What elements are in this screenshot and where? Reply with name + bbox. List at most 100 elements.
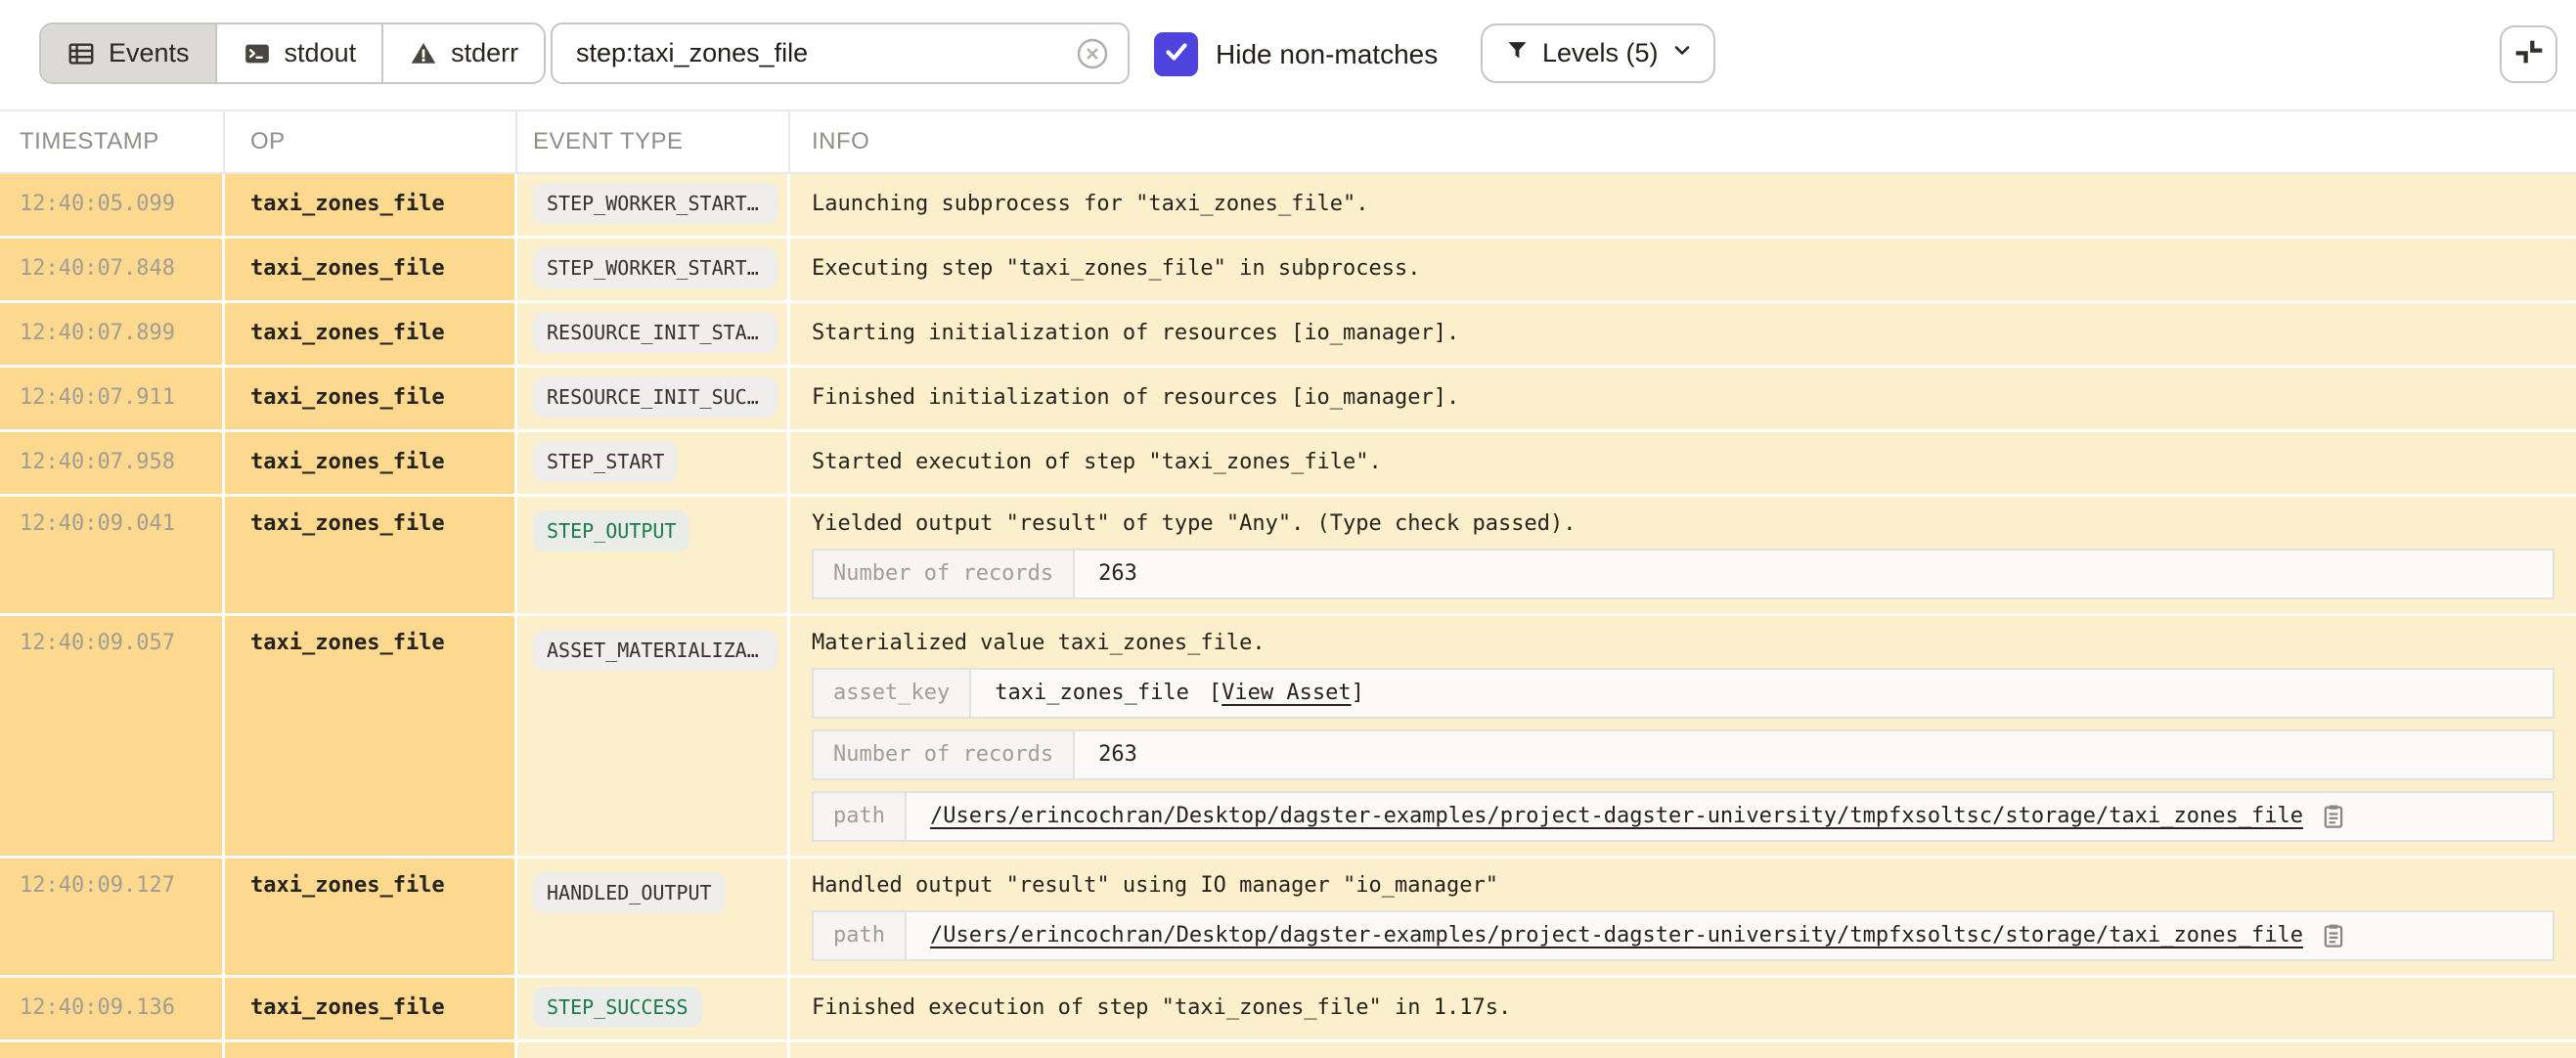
- event-type-cell: HANDLED_OUTPUT: [517, 859, 790, 975]
- op-cell: taxi_zones_file: [225, 978, 517, 1039]
- event-type-badge: STEP_SUCCESS: [533, 987, 702, 1028]
- log-row[interactable]: 12:40:07.899taxi_zones_fileRESOURCE_INIT…: [0, 303, 2576, 368]
- log-row[interactable]: 12:40:07.848taxi_zones_fileSTEP_WORKER_S…: [0, 239, 2576, 303]
- info-cell: Starting initialization of resources [io…: [790, 303, 2576, 365]
- log-type-tab-group: Events stdout stderr: [39, 22, 546, 84]
- event-type-badge: HANDLED_OUTPUT: [533, 872, 726, 913]
- op-cell: taxi_zones_file: [225, 432, 517, 494]
- metadata-value-text: 263: [1098, 561, 1137, 587]
- partial-cell: [0, 1042, 225, 1058]
- info-text: Finished execution of step "taxi_zones_f…: [812, 994, 2554, 1022]
- tab-events-label: Events: [109, 38, 190, 68]
- op-cell: taxi_zones_file: [225, 368, 517, 429]
- info-text: Finished initialization of resources [io…: [812, 384, 2554, 412]
- info-cell: Finished execution of step "taxi_zones_f…: [790, 978, 2576, 1039]
- info-cell: Yielded output "result" of type "Any". (…: [790, 497, 2576, 613]
- info-text: Materialized value taxi_zones_file.: [812, 630, 2554, 657]
- event-type-cell: ASSET_MATERIALIZAT…: [517, 616, 790, 856]
- hide-non-matches-checkbox[interactable]: [1154, 32, 1198, 76]
- op-cell: taxi_zones_file: [225, 239, 517, 300]
- op-cell: taxi_zones_file: [225, 859, 517, 975]
- info-cell: Launching subprocess for "taxi_zones_fil…: [790, 174, 2576, 236]
- event-type-cell: STEP_START: [517, 432, 790, 494]
- event-type-cell: STEP_OUTPUT: [517, 497, 790, 613]
- info-cell: Handled output "result" using IO manager…: [790, 859, 2576, 975]
- info-text: Executing step "taxi_zones_file" in subp…: [812, 255, 2554, 283]
- clear-search-icon[interactable]: [1075, 36, 1110, 71]
- copy-to-clipboard-icon[interactable]: [2319, 921, 2348, 950]
- metadata-label: path: [814, 793, 907, 840]
- path-link[interactable]: /Users/erincochran/Desktop/dagster-examp…: [930, 923, 2303, 948]
- column-header-op[interactable]: OP: [225, 111, 517, 172]
- metadata-label: Number of records: [814, 731, 1075, 778]
- collapse-panel-button[interactable]: [2500, 25, 2557, 83]
- metadata-table: path/Users/erincochran/Desktop/dagster-e…: [812, 791, 2554, 842]
- chevron-down-icon: [1670, 38, 1694, 68]
- log-row[interactable]: 12:40:09.136taxi_zones_fileSTEP_SUCCESSF…: [0, 978, 2576, 1042]
- metadata-label: asset_key: [814, 670, 971, 717]
- table-icon: [67, 39, 96, 68]
- event-type-badge: ASSET_MATERIALIZAT…: [533, 630, 777, 671]
- event-type-badge: STEP_WORKER_STARTI…: [533, 183, 777, 224]
- tab-events[interactable]: Events: [41, 24, 217, 82]
- collapse-panel-icon: [2513, 36, 2545, 72]
- partial-cell: [790, 1042, 2576, 1058]
- metadata-value: taxi_zones_file[View Asset]: [971, 670, 2553, 717]
- levels-filter-button[interactable]: Levels (5): [1481, 23, 1715, 83]
- view-asset-link[interactable]: View Asset: [1221, 681, 1351, 705]
- timestamp-cell: 12:40:07.848: [0, 239, 225, 300]
- log-row[interactable]: 12:40:09.127taxi_zones_file HANDLED_OUTPU…: [0, 859, 2576, 978]
- op-cell: taxi_zones_file: [225, 174, 517, 236]
- hide-non-matches-label[interactable]: Hide non-matches: [1216, 0, 1438, 110]
- view-asset-link-wrapper: [View Asset]: [1209, 681, 1364, 706]
- terminal-icon: [243, 39, 272, 68]
- op-cell: taxi_zones_file: [225, 497, 517, 613]
- timestamp-cell: 12:40:05.099: [0, 174, 225, 236]
- timestamp-cell: 12:40:09.041: [0, 497, 225, 613]
- timestamp-cell: 12:40:07.958: [0, 432, 225, 494]
- log-viewer-toolbar: Events stdout stderr: [0, 0, 2576, 110]
- event-type-badge: RESOURCE_INIT_SUCC…: [533, 376, 777, 418]
- log-row[interactable]: 12:40:05.099taxi_zones_file STEP_WORKER_S…: [0, 174, 2576, 239]
- event-type-cell: STEP_WORKER_STARTED: [517, 239, 790, 300]
- log-row[interactable]: 12:40:09.057taxi_zones_file ASSET_MATERIA…: [0, 616, 2576, 859]
- info-text: Yielded output "result" of type "Any". (…: [812, 510, 2554, 538]
- close-bracket: ]: [1352, 681, 1364, 705]
- levels-button-label: Levels (5): [1542, 38, 1659, 68]
- info-cell: Executing step "taxi_zones_file" in subp…: [790, 239, 2576, 300]
- info-cell: Materialized value taxi_zones_file.asset…: [790, 616, 2576, 856]
- timestamp-cell: 12:40:07.899: [0, 303, 225, 365]
- event-type-cell: RESOURCE_INIT_SUCC…: [517, 368, 790, 429]
- metadata-table: asset_keytaxi_zones_file[View Asset]: [812, 668, 2554, 719]
- metadata-value-text: 263: [1098, 742, 1137, 768]
- column-header-info[interactable]: INFO: [790, 111, 2576, 172]
- tab-stdout[interactable]: stdout: [217, 24, 384, 82]
- search-input[interactable]: [576, 38, 1075, 68]
- event-type-badge: RESOURCE_INIT_STAR…: [533, 312, 777, 353]
- column-header-timestamp[interactable]: TIMESTAMP: [0, 111, 225, 172]
- event-type-badge: STEP_START: [533, 441, 678, 482]
- metadata-label: Number of records: [814, 551, 1075, 597]
- log-table-header: TIMESTAMP OP EVENT TYPE INFO: [0, 110, 2576, 174]
- metadata-table: Number of records 263: [812, 549, 2554, 599]
- info-text: Started execution of step "taxi_zones_fi…: [812, 449, 2554, 476]
- tab-stdout-label: stdout: [285, 38, 357, 68]
- partial-cell: [517, 1042, 790, 1058]
- info-text: Handled output "result" using IO manager…: [812, 872, 2554, 900]
- column-header-event-type[interactable]: EVENT TYPE: [517, 111, 790, 172]
- log-row[interactable]: 12:40:07.958taxi_zones_file STEP_START Sta…: [0, 432, 2576, 497]
- info-text: Launching subprocess for "taxi_zones_fil…: [812, 191, 2554, 218]
- copy-to-clipboard-icon[interactable]: [2319, 802, 2348, 831]
- log-row-partial[interactable]: [0, 1042, 2576, 1058]
- timestamp-cell: 12:40:09.057: [0, 616, 225, 856]
- path-link[interactable]: /Users/erincochran/Desktop/dagster-examp…: [930, 804, 2303, 829]
- log-row[interactable]: 12:40:07.911taxi_zones_fileRESOURCE_INIT…: [0, 368, 2576, 432]
- metadata-table: path/Users/erincochran/Desktop/dagster-e…: [812, 910, 2554, 961]
- log-row[interactable]: 12:40:09.041taxi_zones_fileSTEP_OUTPUT Yi…: [0, 497, 2576, 616]
- op-cell: taxi_zones_file: [225, 616, 517, 856]
- info-cell: Started execution of step "taxi_zones_fi…: [790, 432, 2576, 494]
- metadata-value: 263: [1075, 551, 2553, 597]
- tab-stderr-label: stderr: [451, 38, 518, 68]
- tab-stderr[interactable]: stderr: [383, 24, 544, 82]
- timestamp-cell: 12:40:09.127: [0, 859, 225, 975]
